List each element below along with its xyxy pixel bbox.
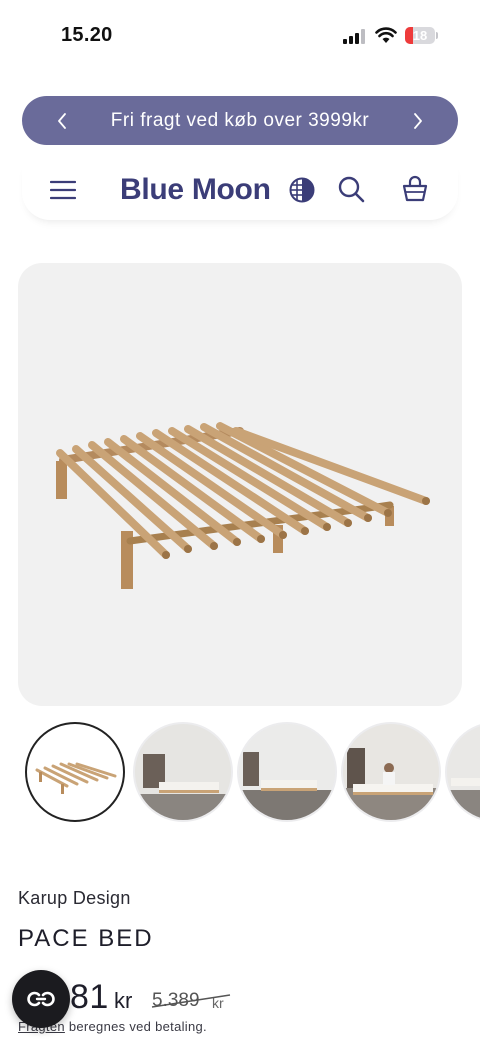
current-price-currency: kr bbox=[114, 988, 133, 1013]
chat-button[interactable] bbox=[12, 970, 70, 1028]
status-bar: 15.20 18 bbox=[0, 0, 480, 70]
product-title: PACE BED bbox=[18, 925, 154, 952]
promo-prev-button[interactable] bbox=[42, 96, 82, 145]
bed-frame-image bbox=[56, 422, 430, 589]
bag-icon[interactable] bbox=[400, 174, 430, 204]
product-main-image[interactable] bbox=[18, 263, 462, 706]
thumbnail-4[interactable] bbox=[341, 722, 441, 822]
brand-logo[interactable]: Blue Moon bbox=[120, 170, 271, 210]
thumbnail-gallery bbox=[0, 722, 480, 826]
current-price: 81 bbox=[70, 978, 109, 1016]
promo-text: Fri fragt ved køb over 3999kr bbox=[110, 110, 370, 131]
thumbnail-1[interactable] bbox=[25, 722, 125, 822]
site-header: Blue Moon bbox=[22, 160, 458, 220]
product-brand[interactable]: Karup Design bbox=[18, 888, 131, 909]
battery-level: 18 bbox=[412, 28, 428, 43]
thumbnail-2[interactable] bbox=[133, 722, 233, 822]
thumbnail-5[interactable] bbox=[445, 722, 480, 822]
promo-banner: Fri fragt ved køb over 3999kr bbox=[22, 96, 458, 145]
strikethrough-line bbox=[151, 994, 231, 1008]
status-time: 15.20 bbox=[61, 24, 113, 46]
wifi-icon bbox=[375, 27, 397, 43]
search-icon[interactable] bbox=[336, 174, 366, 204]
menu-icon bbox=[50, 180, 76, 200]
globe-icon bbox=[289, 177, 315, 203]
thumbnail-3[interactable] bbox=[237, 722, 337, 822]
signal-icon bbox=[343, 29, 365, 44]
promo-next-button[interactable] bbox=[398, 96, 438, 145]
chevron-right-icon bbox=[414, 112, 422, 129]
chat-icon bbox=[27, 991, 55, 1007]
price-row: 81 kr 5.389 kr bbox=[18, 978, 458, 1022]
chevron-left-icon bbox=[58, 112, 66, 129]
menu-button[interactable] bbox=[48, 176, 78, 204]
shipping-text: beregnes ved betaling. bbox=[64, 1019, 207, 1034]
battery-icon: 18 bbox=[405, 27, 435, 44]
